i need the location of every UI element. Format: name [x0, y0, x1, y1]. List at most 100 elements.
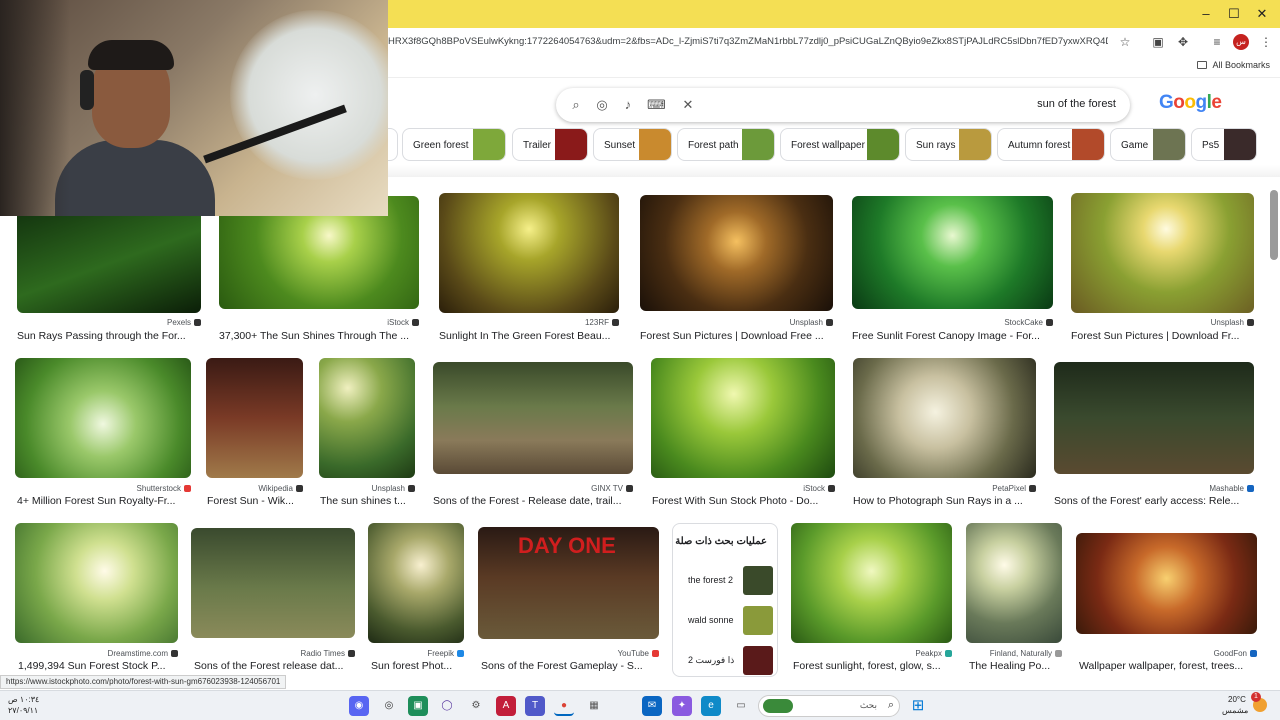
- maximize-button[interactable]: ☐: [1222, 4, 1246, 24]
- result-image[interactable]: [439, 193, 619, 313]
- chip-game[interactable]: Game: [1110, 128, 1186, 161]
- microphone-icon[interactable]: ♪: [620, 97, 636, 113]
- result-source[interactable]: Wikipedia: [206, 484, 303, 493]
- result-source[interactable]: Dreamstime.com: [15, 649, 178, 658]
- result-title[interactable]: Sons of the Forest release dat...: [194, 660, 358, 672]
- teams-icon[interactable]: T: [525, 696, 545, 716]
- chip-sun-rays[interactable]: Sun rays: [905, 128, 992, 161]
- result-image[interactable]: [15, 523, 178, 643]
- all-bookmarks-button[interactable]: All Bookmarks: [1197, 60, 1270, 70]
- result-image[interactable]: [1076, 533, 1257, 634]
- result-source[interactable]: Radio Times: [191, 649, 355, 658]
- search-box[interactable]: ⌕ ◎ ♪ ⌨ ✕ sun of the forest: [556, 88, 1130, 122]
- profile-avatar-icon[interactable]: س: [1233, 34, 1249, 50]
- result-image[interactable]: [206, 358, 303, 478]
- result-source[interactable]: GoodFon: [1076, 649, 1257, 658]
- result-title[interactable]: The Healing Po...: [969, 660, 1065, 672]
- address-bar[interactable]: HRX3f8GQh8BPoVSEulwKykng:1772264054763&u…: [388, 36, 1108, 47]
- result-title[interactable]: Forest With Sun Stock Photo - Do...: [652, 495, 836, 507]
- taskview-icon[interactable]: ▭: [731, 696, 751, 716]
- result-title[interactable]: Forest Sun Pictures | Download Fr...: [1071, 330, 1254, 342]
- result-source[interactable]: iStock: [219, 318, 419, 327]
- result-image[interactable]: [640, 195, 833, 311]
- chip-forest-wallpaper[interactable]: Forest wallpaper: [780, 128, 900, 161]
- search-icon[interactable]: ⌕: [568, 97, 584, 113]
- taskbar-search[interactable]: بحث ⌕: [758, 695, 900, 717]
- extension-icon[interactable]: ▣: [1150, 34, 1166, 50]
- page-scrollbar[interactable]: [1270, 190, 1278, 260]
- result-title[interactable]: Sun Rays Passing through the For...: [17, 330, 201, 342]
- result-image[interactable]: [433, 362, 633, 474]
- chip-autumn-forest[interactable]: Autumn forest: [997, 128, 1105, 161]
- result-source[interactable]: Freepik: [368, 649, 464, 658]
- result-title[interactable]: Sun forest Phot...: [371, 660, 467, 672]
- discord-icon[interactable]: ◉: [349, 696, 369, 716]
- result-image[interactable]: [651, 358, 835, 478]
- weather-desc[interactable]: مشمس: [1222, 706, 1248, 715]
- obs-icon[interactable]: ◎: [379, 696, 399, 716]
- chip-sunset[interactable]: Sunset: [593, 128, 672, 161]
- result-title[interactable]: Sons of the Forest' early access: Rele..…: [1054, 495, 1254, 507]
- result-image[interactable]: [791, 523, 952, 643]
- result-source[interactable]: Pexels: [17, 318, 201, 327]
- result-image[interactable]: [319, 358, 415, 478]
- result-title[interactable]: Free Sunlit Forest Canopy Image - For...: [852, 330, 1053, 342]
- outlook-icon[interactable]: ✉: [642, 696, 662, 716]
- result-image[interactable]: [853, 358, 1036, 478]
- store-icon[interactable]: ▦: [584, 696, 604, 716]
- weather-temp[interactable]: 20°C: [1228, 695, 1246, 704]
- adobe-icon[interactable]: A: [496, 696, 516, 716]
- related-search-item[interactable]: ذا فورست 2: [673, 646, 779, 676]
- google-logo[interactable]: Google: [1159, 92, 1222, 114]
- result-title[interactable]: Sons of the Forest - Release date, trail…: [433, 495, 633, 507]
- related-search-item[interactable]: the forest 2: [673, 566, 779, 596]
- clear-icon[interactable]: ✕: [680, 97, 696, 113]
- result-source[interactable]: 123RF: [439, 318, 619, 327]
- chip-green-forest[interactable]: Green forest: [402, 128, 506, 161]
- result-source[interactable]: Unsplash: [640, 318, 833, 327]
- result-title[interactable]: Forest sunlight, forest, glow, s...: [793, 660, 954, 672]
- result-title[interactable]: The sun shines t...: [320, 495, 416, 507]
- puzzle-icon[interactable]: ✥: [1175, 34, 1191, 50]
- clock-time[interactable]: ١٠:٣٤ ص: [8, 695, 39, 704]
- result-source[interactable]: YouTube: [478, 649, 659, 658]
- result-title[interactable]: Sunlight In The Green Forest Beau...: [439, 330, 619, 342]
- result-title[interactable]: 4+ Million Forest Sun Royalty-Fr...: [17, 495, 193, 507]
- edge-icon[interactable]: e: [701, 696, 721, 716]
- clock-date[interactable]: ٢٧/٠٩/١١: [8, 706, 38, 715]
- result-image[interactable]: [191, 528, 355, 638]
- result-image[interactable]: [852, 196, 1053, 309]
- result-title[interactable]: 1,499,394 Sun Forest Stock P...: [18, 660, 181, 672]
- close-window-button[interactable]: ✕: [1250, 4, 1274, 24]
- result-title[interactable]: 37,300+ The Sun Shines Through The ...: [219, 330, 419, 342]
- result-source[interactable]: Unsplash: [319, 484, 415, 493]
- result-title[interactable]: Sons of the Forest Gameplay - S...: [481, 660, 662, 672]
- search-input[interactable]: sun of the forest: [1037, 98, 1116, 110]
- result-title[interactable]: How to Photograph Sun Rays in a ...: [853, 495, 1036, 507]
- settings-gear-icon[interactable]: ⚙: [466, 696, 486, 716]
- result-title[interactable]: Forest Sun - Wik...: [207, 495, 304, 507]
- menu-kebab-icon[interactable]: ⋮: [1258, 34, 1274, 50]
- result-image[interactable]: [966, 523, 1062, 643]
- result-image[interactable]: [1054, 362, 1254, 474]
- result-image[interactable]: [1071, 193, 1254, 313]
- lens-icon[interactable]: ◎: [594, 97, 610, 113]
- copilot-icon[interactable]: ✦: [672, 696, 692, 716]
- result-source[interactable]: Mashable: [1054, 484, 1254, 493]
- result-source[interactable]: Unsplash: [1071, 318, 1254, 327]
- result-source[interactable]: iStock: [651, 484, 835, 493]
- chip-trailer[interactable]: Trailer: [512, 128, 588, 161]
- result-source[interactable]: StockCake: [852, 318, 1053, 327]
- result-source[interactable]: Finland, Naturally: [966, 649, 1062, 658]
- search-app-icon[interactable]: ◯: [437, 696, 457, 716]
- result-source[interactable]: Peakpx: [791, 649, 952, 658]
- keyboard-icon[interactable]: ⌨: [647, 97, 666, 113]
- related-search-item[interactable]: wald sonne: [673, 606, 779, 636]
- chip-forest-path[interactable]: Forest path: [677, 128, 775, 161]
- result-title[interactable]: Forest Sun Pictures | Download Free ...: [640, 330, 833, 342]
- result-source[interactable]: Shutterstock: [15, 484, 191, 493]
- minimize-button[interactable]: –: [1194, 4, 1218, 24]
- result-title[interactable]: Wallpaper wallpaper, forest, trees...: [1079, 660, 1260, 672]
- windows-start-icon[interactable]: ⊞: [908, 696, 928, 716]
- bookmark-star-icon[interactable]: ☆: [1117, 34, 1133, 50]
